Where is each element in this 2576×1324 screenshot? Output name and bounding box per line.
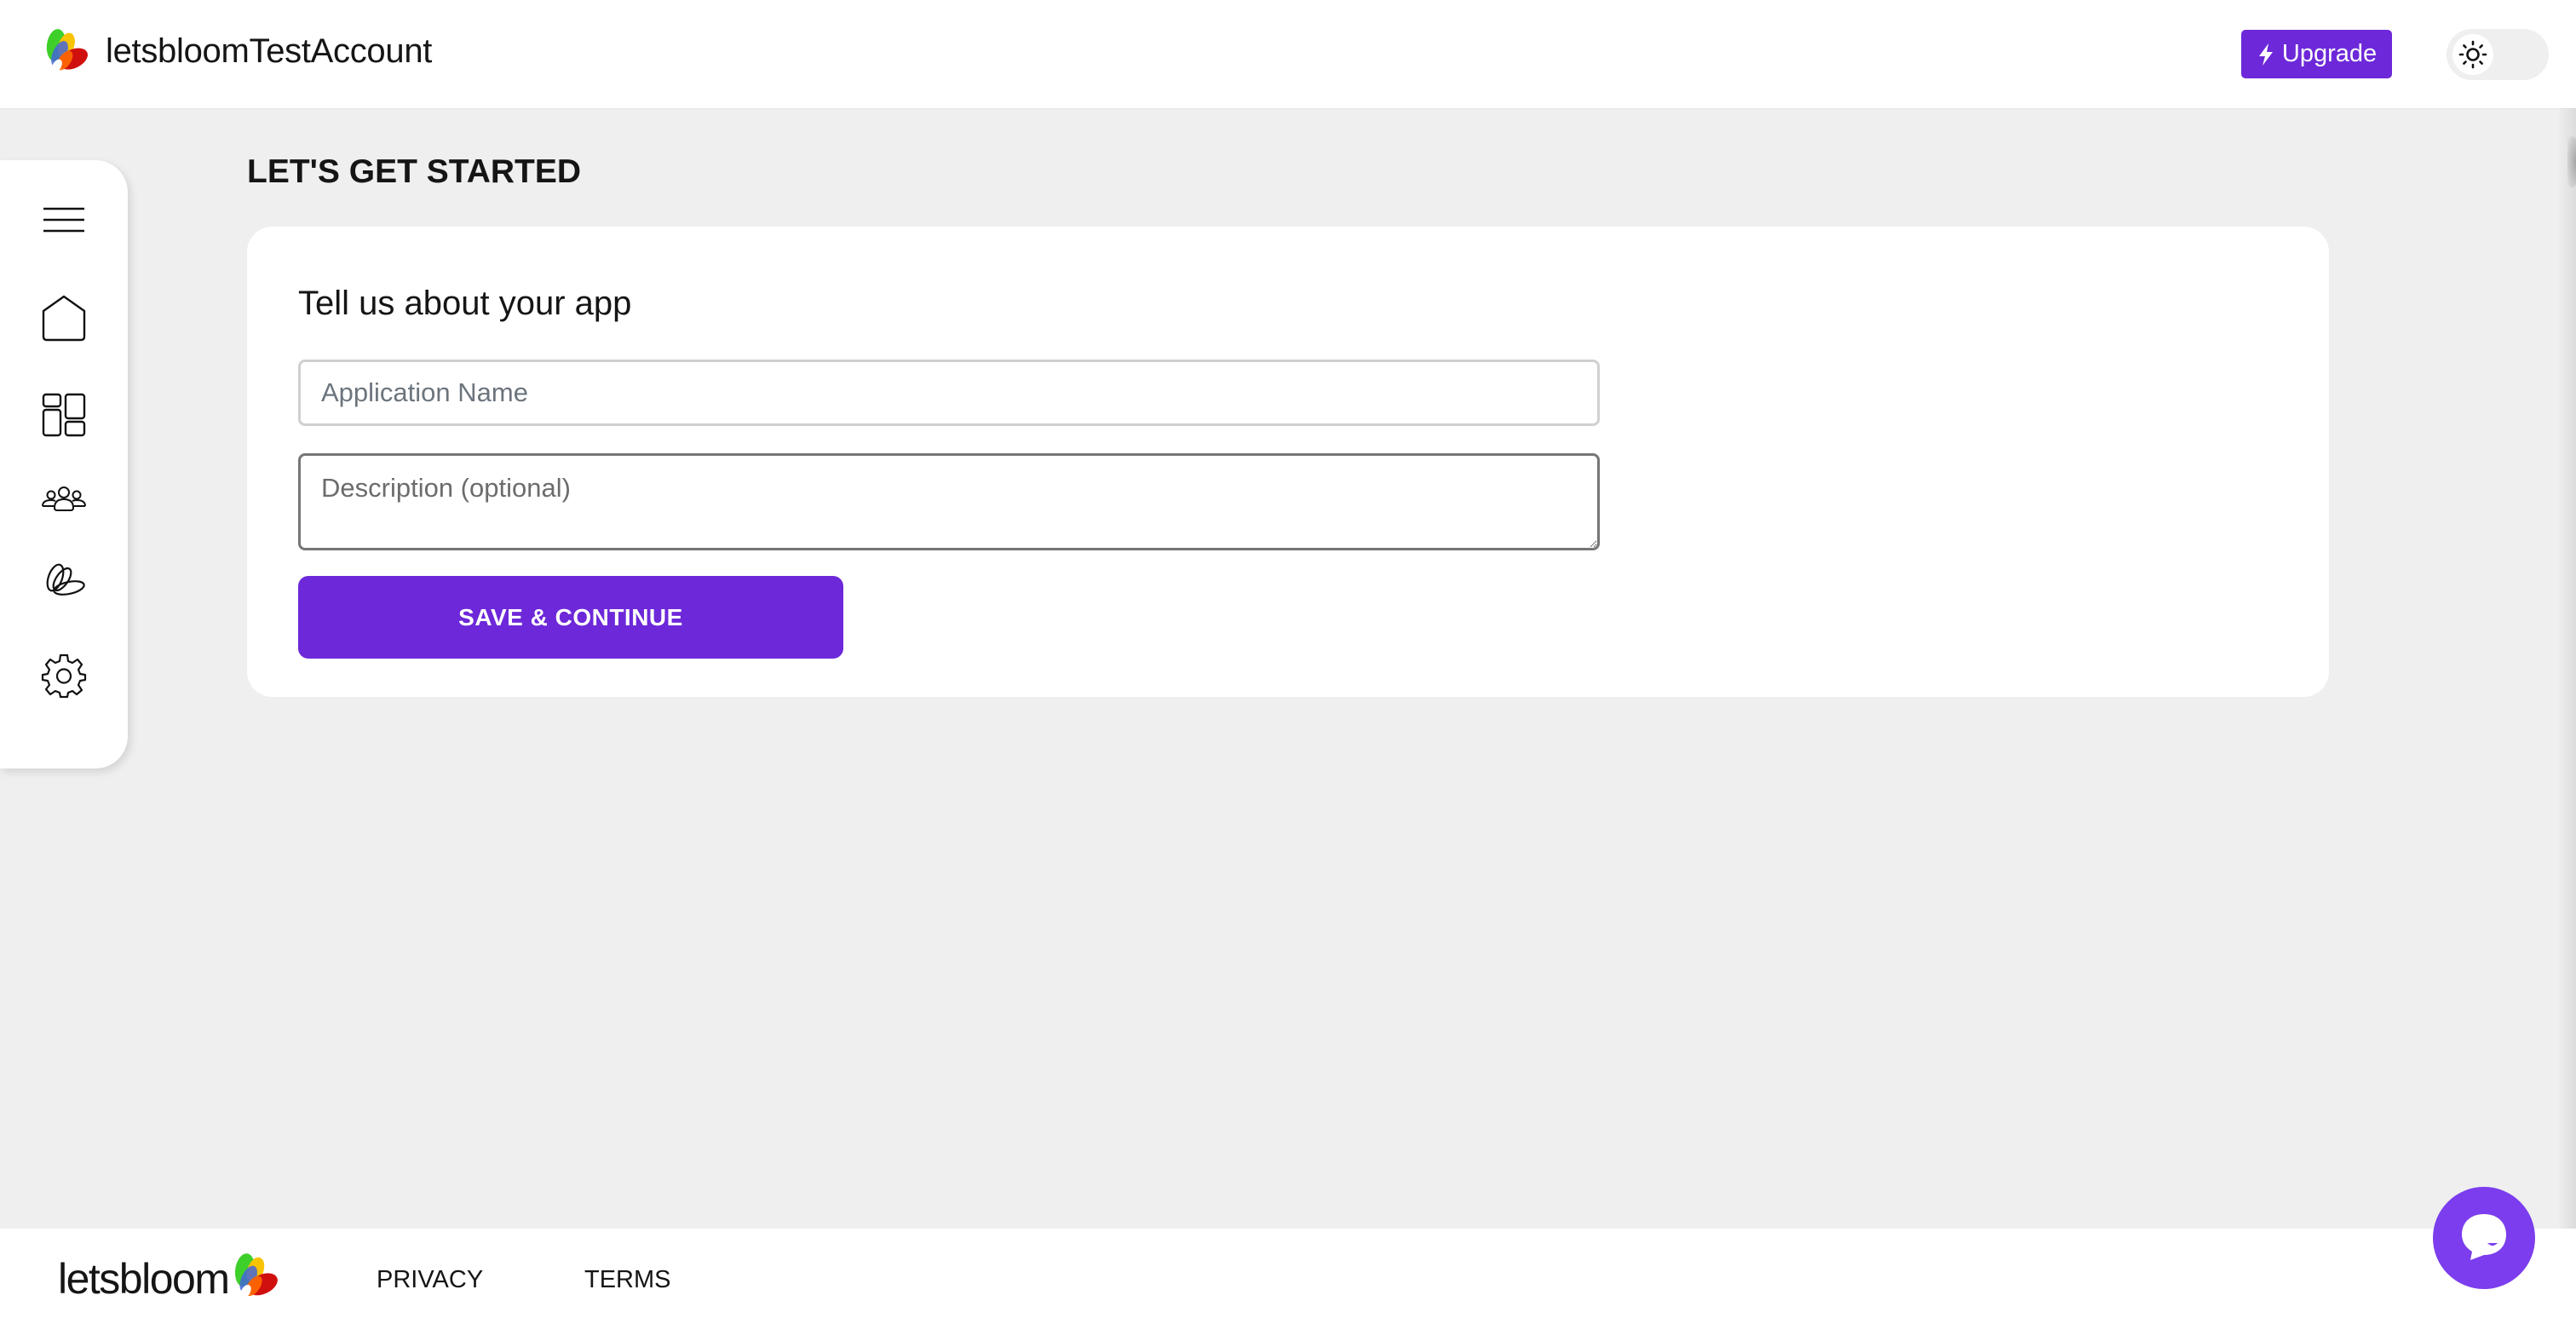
theme-toggle[interactable] <box>2447 29 2549 80</box>
page-title: LET'S GET STARTED <box>247 153 582 190</box>
footer-link-privacy[interactable]: PRIVACY <box>377 1266 483 1294</box>
dashboard-grid-icon <box>42 393 86 437</box>
application-name-input[interactable] <box>298 360 1600 426</box>
sidebar-item-dashboard[interactable] <box>38 389 89 440</box>
letsbloom-logo-icon <box>234 1253 278 1298</box>
footer-logo-text: letsbloom <box>58 1255 230 1303</box>
chat-bubble-icon <box>2462 1214 2506 1260</box>
footer-logo[interactable]: letsbloom <box>58 1252 280 1300</box>
sidebar-item-home[interactable] <box>38 292 89 343</box>
lightning-bolt-icon <box>2258 43 2273 66</box>
sidebar-item-menu[interactable] <box>38 194 89 245</box>
save-and-continue-button[interactable]: SAVE & CONTINUE <box>298 576 843 659</box>
users-group-icon <box>42 486 86 511</box>
sidebar-item-settings[interactable] <box>38 650 89 701</box>
footer: letsbloom PRIVACY TERMS <box>0 1229 2576 1324</box>
upgrade-label: Upgrade <box>2281 40 2378 67</box>
app-setup-card: Tell us about your app SAVE & CONTINUE <box>247 227 2329 697</box>
gear-icon <box>41 653 87 699</box>
upgrade-button[interactable]: Upgrade <box>2241 30 2392 78</box>
description-textarea[interactable] <box>298 453 1600 550</box>
scrollbar-track[interactable] <box>2557 108 2576 1229</box>
chat-launcher-button[interactable] <box>2433 1187 2535 1289</box>
card-title: Tell us about your app <box>298 285 632 322</box>
footer-link-terms[interactable]: TERMS <box>584 1266 671 1294</box>
brand[interactable]: letsbloomTestAccount <box>43 28 432 74</box>
home-icon <box>42 295 86 342</box>
theme-toggle-knob <box>2452 34 2493 75</box>
account-name: letsbloomTestAccount <box>106 32 433 70</box>
hamburger-menu-icon <box>43 207 84 233</box>
scrollbar-thumb[interactable] <box>2567 136 2576 187</box>
bloom-petals-icon <box>46 563 85 596</box>
sidebar-item-users[interactable] <box>38 474 89 525</box>
sun-icon <box>2458 40 2487 69</box>
sidebar-item-bloom[interactable] <box>38 554 89 605</box>
top-header: letsbloomTestAccount Upgrade <box>0 0 2576 109</box>
sidebar <box>0 160 128 768</box>
letsbloom-logo-icon <box>46 29 88 72</box>
